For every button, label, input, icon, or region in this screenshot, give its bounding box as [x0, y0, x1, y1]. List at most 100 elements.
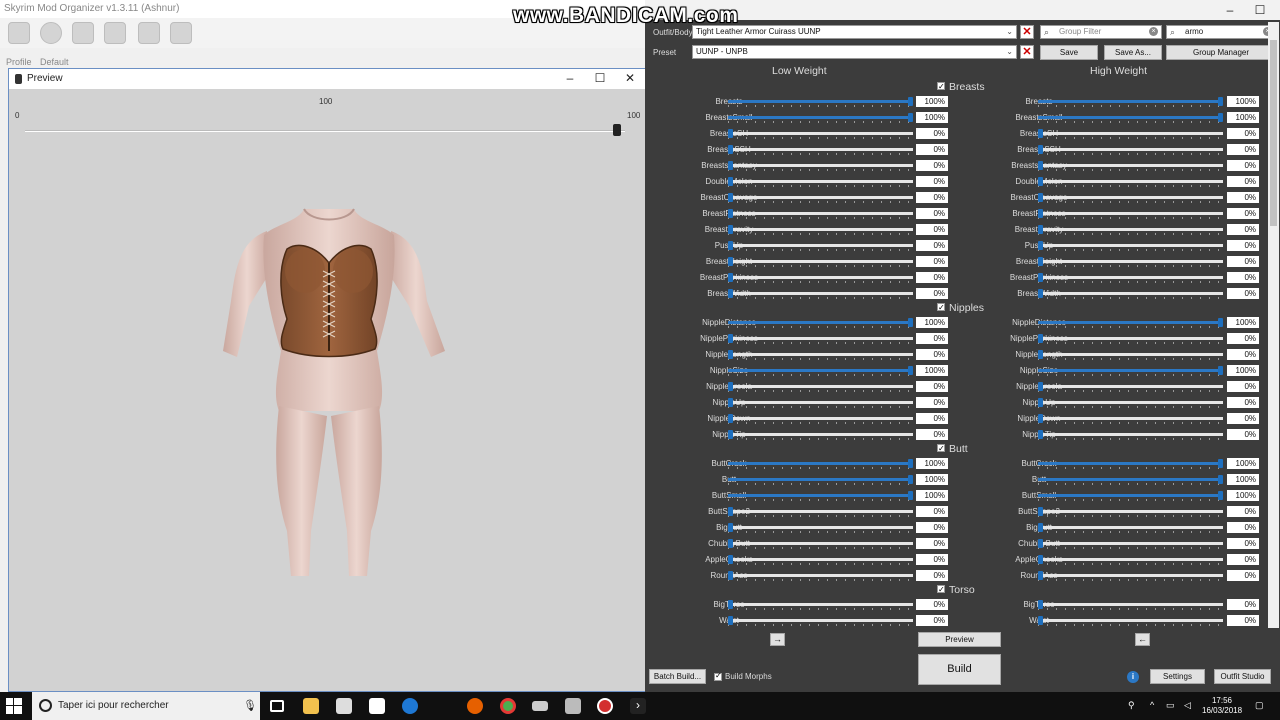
clear-filter-icon[interactable]: × [1149, 27, 1158, 36]
slider-handle[interactable] [728, 225, 733, 234]
slider-value-low[interactable]: 100% [916, 112, 948, 123]
slider-track-low[interactable] [728, 207, 913, 221]
slider-handle[interactable] [728, 616, 733, 625]
slider-value-high[interactable]: 100% [1227, 490, 1259, 501]
slider-handle[interactable] [728, 145, 733, 154]
slider-handle[interactable] [1038, 257, 1043, 266]
task-view-icon[interactable] [270, 700, 284, 712]
copy-low-to-high-button[interactable]: → [770, 633, 785, 646]
save-button[interactable]: Save [1040, 45, 1098, 60]
slider-track-low[interactable] [728, 364, 913, 378]
profiles-icon[interactable] [8, 22, 30, 44]
slider-handle[interactable] [728, 161, 733, 170]
slider-track-high[interactable] [1038, 175, 1223, 189]
slider-track-high[interactable] [1038, 537, 1223, 551]
slider-handle[interactable] [728, 382, 733, 391]
slider-track-low[interactable] [728, 473, 913, 487]
slider-track-low[interactable] [728, 348, 913, 362]
preview-viewport[interactable]: 100 0 100 [9, 89, 645, 691]
category-torso[interactable]: Torso [937, 583, 975, 597]
wrench-icon[interactable] [170, 22, 192, 44]
maximize-icon[interactable]: ☐ [585, 70, 615, 87]
category-breasts[interactable]: Breasts [937, 80, 985, 94]
slider-track-high[interactable] [1038, 364, 1223, 378]
slider-track-high[interactable] [1038, 111, 1223, 125]
chevron-up-icon[interactable]: ^ [1150, 700, 1154, 710]
outfit-filter-input[interactable]: ⌕ armo × [1166, 25, 1276, 39]
slider-track-low[interactable] [728, 489, 913, 503]
slider-value-low[interactable]: 0% [916, 208, 948, 219]
slider-handle[interactable] [728, 414, 733, 423]
slider-track-low[interactable] [728, 521, 913, 535]
slider-handle[interactable] [1038, 225, 1043, 234]
group-filter-input[interactable]: ⌕ Group Filter × [1040, 25, 1162, 39]
slider-handle[interactable] [1038, 600, 1043, 609]
slider-track-high[interactable] [1038, 428, 1223, 442]
slider-handle[interactable] [1038, 289, 1043, 298]
mail-icon[interactable] [369, 698, 385, 714]
build-button[interactable]: Build [918, 654, 1001, 685]
slider-track-low[interactable] [728, 127, 913, 141]
slider-value-low[interactable]: 0% [916, 538, 948, 549]
batch-build-button[interactable]: Batch Build... [649, 669, 706, 684]
slider-track-high[interactable] [1038, 316, 1223, 330]
outfit-clear-icon[interactable]: ✕ [1020, 25, 1034, 39]
slider-track-high[interactable] [1038, 521, 1223, 535]
slider-handle[interactable] [1038, 273, 1043, 282]
slider-handle[interactable] [908, 475, 913, 484]
slider-handle[interactable] [728, 209, 733, 218]
slider-track-low[interactable] [728, 255, 913, 269]
slider-track-high[interactable] [1038, 332, 1223, 346]
store-icon[interactable] [336, 698, 352, 714]
slider-value-high[interactable]: 0% [1227, 413, 1259, 424]
mo-app-icon[interactable] [532, 701, 548, 711]
slider-handle[interactable] [1218, 318, 1223, 327]
slider-track-low[interactable] [728, 191, 913, 205]
slider-value-low[interactable]: 0% [916, 144, 948, 155]
slider-track-low[interactable] [728, 598, 913, 612]
slider-value-low[interactable]: 100% [916, 474, 948, 485]
settings-button[interactable]: Settings [1150, 669, 1205, 684]
weight-slider-track[interactable] [25, 130, 625, 132]
slider-value-low[interactable]: 0% [916, 288, 948, 299]
slider-track-high[interactable] [1038, 159, 1223, 173]
slider-handle[interactable] [1038, 507, 1043, 516]
slider-handle[interactable] [728, 430, 733, 439]
slider-track-high[interactable] [1038, 396, 1223, 410]
slider-handle[interactable] [1218, 113, 1223, 122]
slider-handle[interactable] [1218, 475, 1223, 484]
slider-value-low[interactable]: 0% [916, 615, 948, 626]
file-explorer-icon[interactable] [303, 698, 319, 714]
category-nipples[interactable]: Nipples [937, 301, 984, 315]
slider-track-low[interactable] [728, 287, 913, 301]
slider-handle[interactable] [1038, 616, 1043, 625]
slider-track-low[interactable] [728, 95, 913, 109]
slider-track-high[interactable] [1038, 553, 1223, 567]
slider-track-low[interactable] [728, 380, 913, 394]
slider-handle[interactable] [728, 177, 733, 186]
slider-handle[interactable] [728, 555, 733, 564]
slider-handle[interactable] [1218, 97, 1223, 106]
slider-track-high[interactable] [1038, 473, 1223, 487]
settings-gears-icon[interactable] [104, 22, 126, 44]
slider-handle[interactable] [908, 491, 913, 500]
slider-track-high[interactable] [1038, 207, 1223, 221]
slider-value-high[interactable]: 0% [1227, 272, 1259, 283]
slider-track-low[interactable] [728, 553, 913, 567]
slider-value-low[interactable]: 0% [916, 599, 948, 610]
slider-track-low[interactable] [728, 569, 913, 583]
slider-handle[interactable] [908, 97, 913, 106]
slider-track-high[interactable] [1038, 505, 1223, 519]
slider-track-low[interactable] [728, 396, 913, 410]
slider-handle[interactable] [1038, 350, 1043, 359]
preset-select[interactable]: UUNP - UNPB ⌄ [692, 45, 1017, 59]
slider-track-low[interactable] [728, 537, 913, 551]
weight-slider-thumb[interactable] [613, 124, 621, 136]
slider-value-high[interactable]: 100% [1227, 365, 1259, 376]
slider-handle[interactable] [1038, 430, 1043, 439]
slider-value-high[interactable]: 0% [1227, 615, 1259, 626]
slider-value-high[interactable]: 0% [1227, 538, 1259, 549]
slider-handle[interactable] [1038, 398, 1043, 407]
firefox-icon[interactable] [467, 698, 483, 714]
tools-icon[interactable] [138, 22, 160, 44]
